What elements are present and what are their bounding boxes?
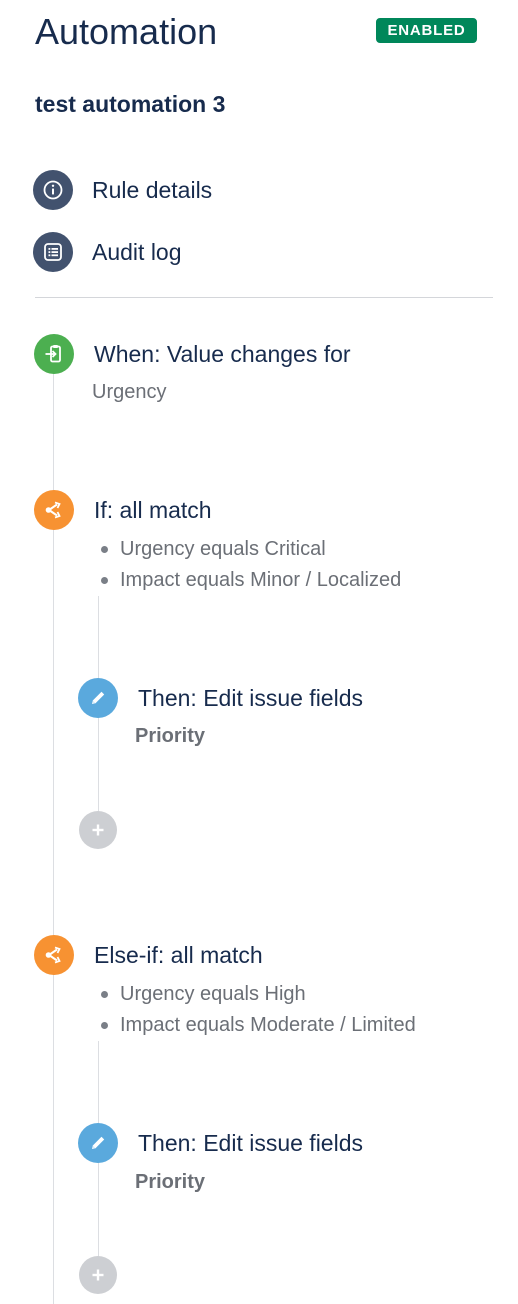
status-badge: ENABLED	[376, 18, 477, 43]
add-action-button[interactable]	[79, 811, 117, 849]
branch-icon[interactable]	[34, 490, 74, 530]
list-icon	[33, 232, 73, 272]
action-field: Priority	[135, 1171, 206, 1193]
condition-title[interactable]: Else-if: all match	[94, 941, 263, 969]
bullet-dot	[101, 991, 108, 998]
plus-icon	[92, 1269, 104, 1281]
add-action-button[interactable]	[79, 1256, 117, 1294]
branch-icon[interactable]	[34, 935, 74, 975]
edit-icon[interactable]	[78, 678, 118, 718]
bullet-dot	[101, 1022, 108, 1029]
condition-item: Urgency equals High	[120, 983, 306, 1005]
page-title: Automation	[35, 11, 218, 52]
bullet-dot	[101, 546, 108, 553]
condition-item: Urgency equals Critical	[120, 538, 326, 560]
trigger-icon[interactable]	[34, 334, 74, 374]
trigger-field: Urgency	[92, 381, 167, 403]
action-field: Priority	[135, 725, 206, 747]
divider	[35, 297, 493, 298]
condition-item: Impact equals Minor / Localized	[120, 569, 402, 591]
audit-log-link[interactable]: Audit log	[33, 232, 333, 272]
rule-details-link[interactable]: Rule details	[33, 170, 333, 210]
action-title[interactable]: Then: Edit issue fields	[138, 684, 363, 712]
condition-item: Impact equals Moderate / Limited	[120, 1014, 416, 1036]
trigger-title[interactable]: When: Value changes for	[94, 340, 351, 368]
audit-log-label: Audit log	[92, 239, 182, 265]
rule-name: test automation 3	[35, 91, 226, 117]
bullet-dot	[101, 577, 108, 584]
edit-icon[interactable]	[78, 1123, 118, 1163]
rule-details-label: Rule details	[92, 177, 213, 203]
action-title[interactable]: Then: Edit issue fields	[138, 1129, 363, 1157]
plus-icon	[92, 824, 104, 836]
condition-title[interactable]: If: all match	[94, 496, 212, 524]
info-icon	[33, 170, 73, 210]
